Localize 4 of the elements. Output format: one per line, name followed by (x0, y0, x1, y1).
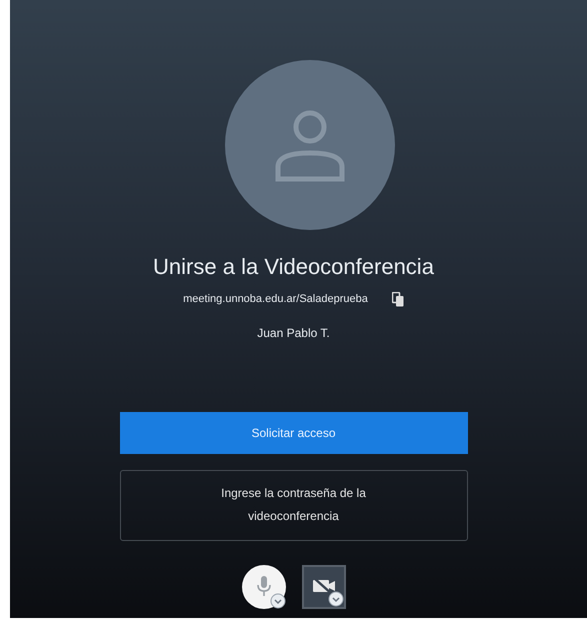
page-title: Unirse a la Videoconferencia (153, 253, 434, 281)
request-access-button[interactable]: Solicitar acceso (120, 412, 468, 454)
user-name: Juan Pablo T. (257, 324, 330, 342)
password-button[interactable]: Ingrese la contraseña de la videoconferencia (120, 470, 468, 540)
